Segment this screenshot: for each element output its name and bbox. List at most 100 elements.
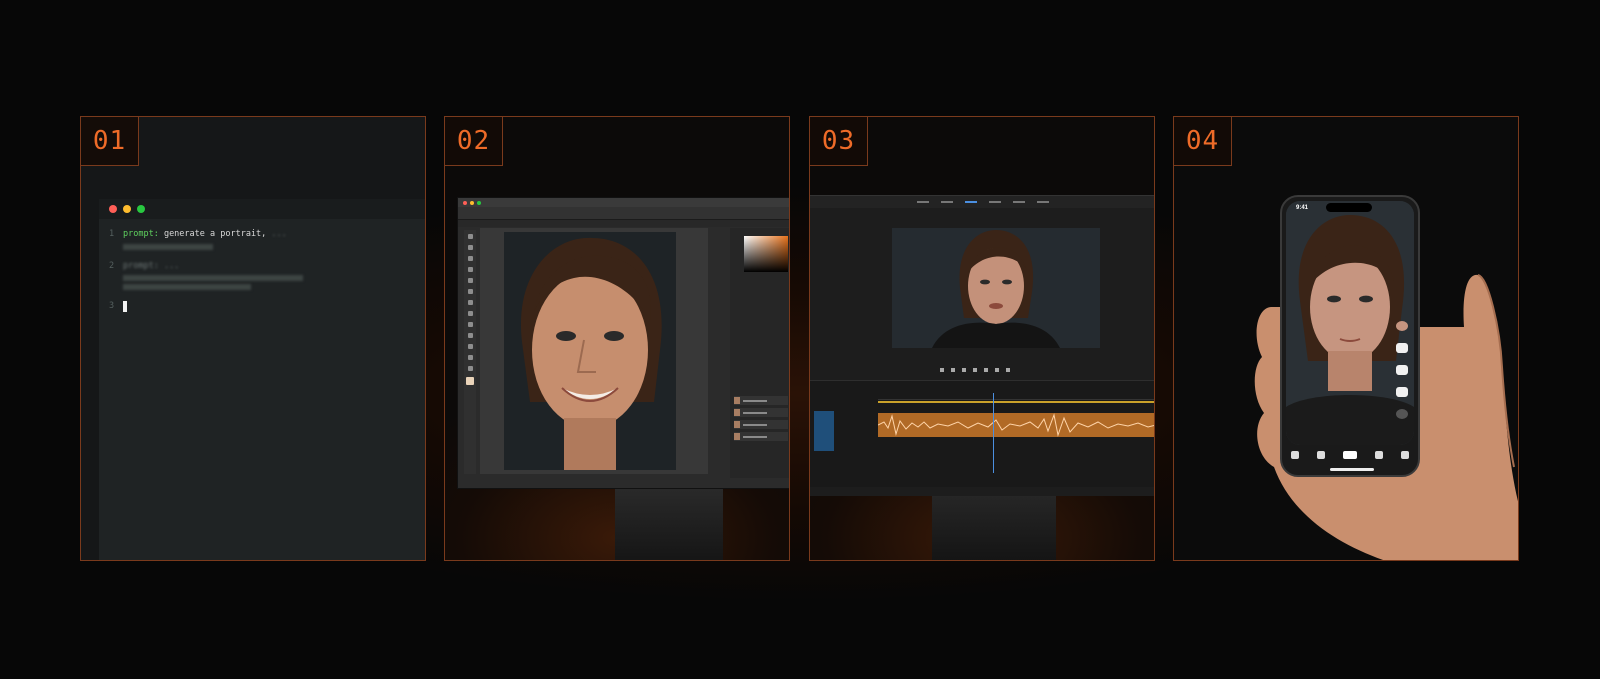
video-action-rail[interactable] — [1396, 321, 1408, 419]
layer-thumbnail-icon — [734, 421, 740, 428]
audio-track-clip[interactable] — [878, 413, 1154, 437]
share-icon[interactable] — [1396, 387, 1408, 397]
eraser-tool-icon[interactable] — [467, 311, 473, 316]
time-ruler[interactable] — [878, 391, 1154, 400]
hand-tool-icon[interactable] — [467, 355, 473, 360]
code-line: 3 — [109, 301, 425, 313]
video-track-clip[interactable] — [878, 401, 1154, 403]
code-line-continuation — [109, 281, 425, 290]
creator-avatar[interactable] — [1396, 321, 1408, 331]
prompt-keyword: prompt: — [123, 260, 159, 271]
layer-thumbnail-icon — [734, 433, 740, 440]
marquee-tool-icon[interactable] — [467, 245, 473, 250]
workspace-tab[interactable] — [1037, 201, 1049, 203]
move-tool-icon[interactable] — [467, 234, 473, 239]
discover-tab-icon[interactable] — [1317, 451, 1325, 459]
window-titlebar — [458, 198, 789, 207]
maximize-window-dot[interactable] — [137, 205, 145, 213]
layer-thumbnail-icon — [734, 409, 740, 416]
status-bar-time: 9:41 — [1296, 205, 1309, 211]
close-window-dot[interactable] — [109, 205, 117, 213]
transport-controls[interactable] — [940, 368, 1010, 372]
faded-line — [123, 284, 251, 290]
create-plus-icon[interactable] — [1343, 451, 1357, 459]
color-swatch-icon[interactable] — [466, 377, 474, 385]
code-line-continuation — [109, 241, 425, 250]
music-disc-icon[interactable] — [1396, 409, 1408, 419]
step-number-badge: 03 — [810, 117, 868, 166]
faded-line — [123, 275, 303, 281]
zoom-tool-icon[interactable] — [467, 366, 473, 371]
step-forward-icon[interactable] — [995, 368, 999, 372]
bottom-tab-bar[interactable] — [1282, 445, 1418, 465]
audio-waveform — [878, 413, 1154, 437]
phone-notch — [1326, 203, 1372, 212]
options-bar[interactable] — [458, 207, 789, 220]
text-tool-icon[interactable] — [467, 344, 473, 349]
document-tab[interactable] — [458, 220, 789, 227]
stamp-tool-icon[interactable] — [467, 300, 473, 305]
pen-tool-icon[interactable] — [467, 333, 473, 338]
lasso-tool-icon[interactable] — [467, 256, 473, 261]
panel-step-4: 04 9:41 — [1173, 116, 1519, 561]
workspace-tab[interactable] — [1013, 201, 1025, 203]
profile-tab-icon[interactable] — [1401, 451, 1409, 459]
track-targets[interactable] — [814, 411, 834, 451]
workspace-tab-active[interactable] — [965, 201, 977, 203]
code-editor-window: 1 prompt: generate a portrait, ... 2 promp… — [99, 199, 425, 560]
crop-tool-icon[interactable] — [467, 267, 473, 272]
video-editor-window — [810, 195, 1154, 496]
toolbar[interactable] — [464, 230, 476, 474]
home-indicator — [1330, 468, 1374, 471]
photo-editor-window — [457, 197, 789, 489]
maximize-window-dot[interactable] — [477, 200, 481, 205]
workspace-tab[interactable] — [941, 201, 953, 203]
faded-line — [123, 243, 213, 250]
marker-icon[interactable] — [940, 368, 944, 372]
workspace-tab[interactable] — [917, 201, 929, 203]
monitor-stand — [615, 487, 723, 560]
inbox-tab-icon[interactable] — [1375, 451, 1383, 459]
line-number: 3 — [109, 301, 115, 311]
program-monitor[interactable] — [892, 228, 1100, 348]
brush-tool-icon[interactable] — [467, 289, 473, 294]
layer-row[interactable] — [734, 408, 788, 417]
step-number-badge: 04 — [1174, 117, 1232, 166]
like-heart-icon[interactable] — [1396, 343, 1408, 353]
layer-row[interactable] — [734, 432, 788, 441]
panel-step-2: 02 — [444, 116, 790, 561]
home-tab-icon[interactable] — [1291, 451, 1299, 459]
timeline-panel[interactable] — [810, 380, 1154, 487]
layer-row[interactable] — [734, 420, 788, 429]
panel-step-1: 01 1 prompt: generate a portrait, ... 2 pr… — [80, 116, 426, 561]
text-cursor — [123, 301, 127, 312]
smiling-woman-portrait — [504, 232, 676, 470]
code-area[interactable]: 1 prompt: generate a portrait, ... 2 promp… — [99, 219, 425, 313]
panel-step-3: 03 — [809, 116, 1155, 561]
workspace-tab[interactable] — [989, 201, 1001, 203]
window-titlebar — [99, 199, 425, 219]
workspace-tabs[interactable] — [810, 196, 1154, 208]
minimize-window-dot[interactable] — [470, 200, 474, 205]
close-window-dot[interactable] — [463, 200, 467, 205]
gradient-tool-icon[interactable] — [467, 322, 473, 327]
canvas-area[interactable] — [480, 228, 708, 474]
step-back-icon[interactable] — [951, 368, 955, 372]
right-panels[interactable] — [730, 228, 789, 478]
woman-video-frame — [1286, 201, 1414, 445]
code-line-continuation — [109, 272, 425, 281]
minimize-window-dot[interactable] — [123, 205, 131, 213]
comment-icon[interactable] — [1396, 365, 1408, 375]
color-picker[interactable] — [744, 236, 788, 272]
phone-screen[interactable] — [1286, 201, 1414, 445]
rewind-icon[interactable] — [962, 368, 966, 372]
code-line: 2 prompt: ... — [109, 260, 425, 273]
smartphone: 9:41 — [1280, 195, 1420, 477]
eyedropper-tool-icon[interactable] — [467, 278, 473, 283]
playhead[interactable] — [993, 393, 994, 473]
play-icon[interactable] — [973, 368, 977, 372]
export-frame-icon[interactable] — [1006, 368, 1010, 372]
forward-icon[interactable] — [984, 368, 988, 372]
step-number-badge: 02 — [445, 117, 503, 166]
layer-row[interactable] — [734, 396, 788, 405]
